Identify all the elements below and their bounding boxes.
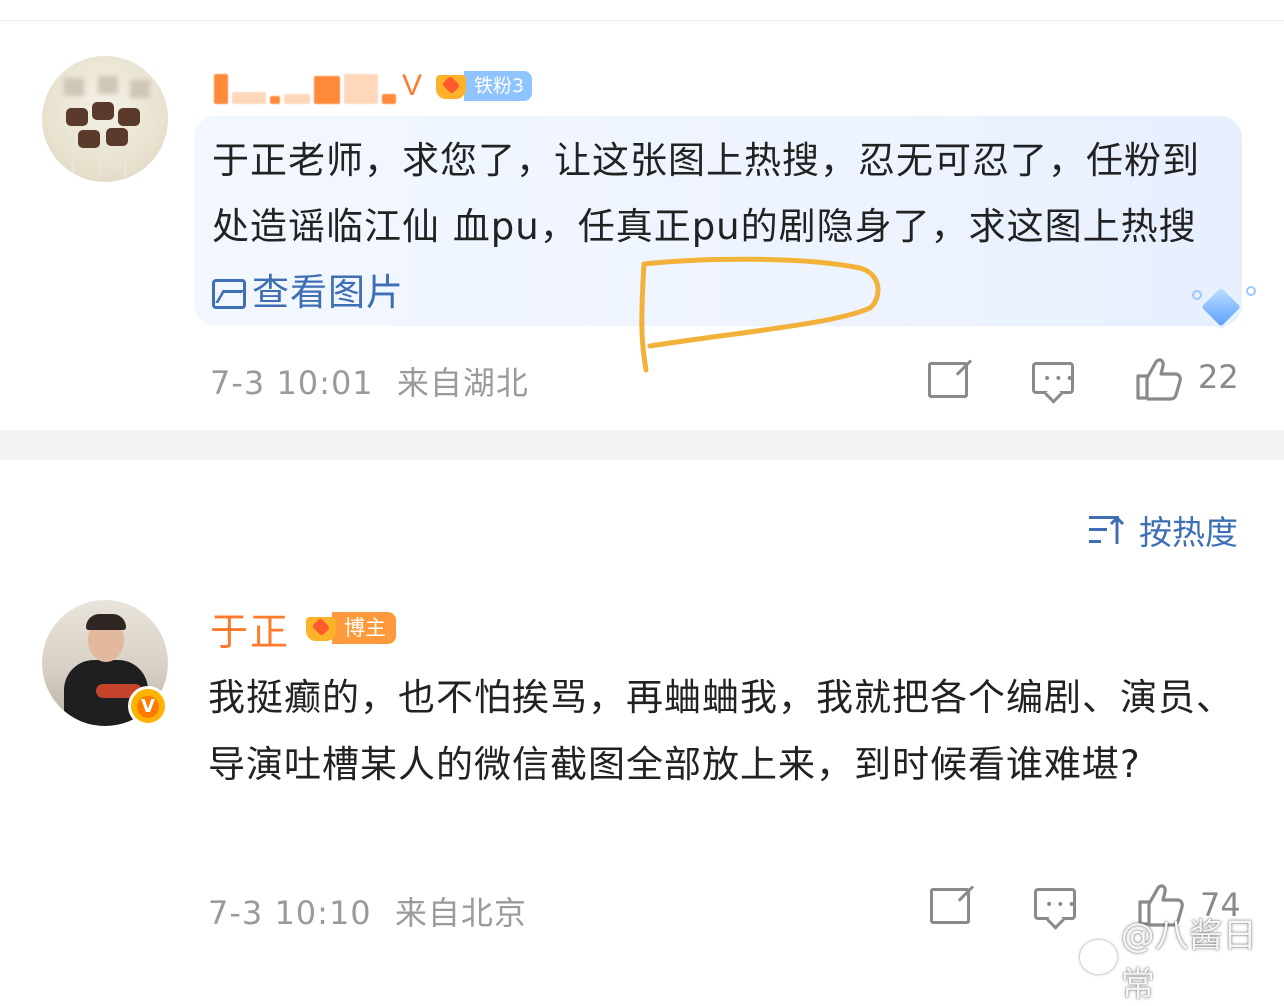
sparkle-icon	[1192, 290, 1202, 300]
verified-v-icon: V	[128, 686, 168, 726]
v-icon: V	[402, 69, 423, 102]
comment-location: 来自湖北	[396, 364, 529, 402]
fan-badge[interactable]: 铁粉3	[434, 69, 533, 103]
reply-meta: 7-3 10:10 来自北京	[208, 888, 527, 934]
commenter-name[interactable]: V 铁粉3	[214, 66, 533, 106]
blogger-badge-label: 博主	[332, 612, 397, 644]
thumbs-up-icon	[1136, 358, 1182, 401]
top-divider	[0, 20, 1284, 21]
sort-label: 按热度	[1139, 513, 1238, 552]
like-button[interactable]	[1134, 356, 1182, 402]
comment-meta: 7-3 10:01 来自湖北	[210, 358, 529, 404]
comment-icon[interactable]: •••	[1032, 362, 1074, 394]
commenter-avatar[interactable]	[42, 56, 168, 182]
section-divider	[0, 430, 1284, 460]
reply-text: 我挺癫的，也不怕挨骂，再蛐蛐我，我就把各个编剧、演员、导演吐槽某人的微信截图全部…	[208, 676, 1234, 786]
reply-location: 来自北京	[394, 894, 527, 932]
watermark-text: @八酱日常	[1120, 916, 1257, 1005]
comment-icon[interactable]: •••	[1034, 888, 1076, 920]
reply-time: 7-3 10:10	[208, 894, 372, 932]
comment-text: 于正老师，求您了，让这张图上热搜，忍无可忍了，任粉到处造谣临江仙 血pu，任真正…	[212, 128, 1222, 326]
share-icon[interactable]	[930, 888, 970, 924]
crown-icon	[434, 69, 468, 103]
weibo-logo-icon	[1080, 940, 1117, 974]
blogger-badge[interactable]: 博主	[304, 611, 397, 645]
sort-by-hot-button[interactable]: 按热度	[1089, 506, 1238, 554]
fan-badge-label: 铁粉3	[464, 71, 533, 101]
sort-icon	[1089, 514, 1125, 546]
view-image-link[interactable]: 查看图片	[212, 271, 404, 314]
like-count: 22	[1198, 358, 1239, 396]
watermark: @八酱日常	[1080, 908, 1284, 1006]
comment-time: 7-3 10:01	[210, 364, 374, 402]
view-image-label: 查看图片	[252, 271, 404, 314]
image-icon	[212, 279, 246, 309]
comment-body: 于正老师，求您了，让这张图上热搜，忍无可忍了，任粉到处造谣临江仙 血pu，任真正…	[212, 139, 1200, 248]
share-icon[interactable]	[928, 362, 968, 398]
sparkle-icon	[1246, 286, 1256, 296]
blurred-username	[214, 68, 396, 104]
blogger-name[interactable]: 于正 博主	[210, 604, 397, 654]
crown-icon	[304, 611, 338, 645]
blogger-name-text: 于正	[210, 609, 291, 654]
diamond-decoration-icon	[1196, 282, 1246, 332]
